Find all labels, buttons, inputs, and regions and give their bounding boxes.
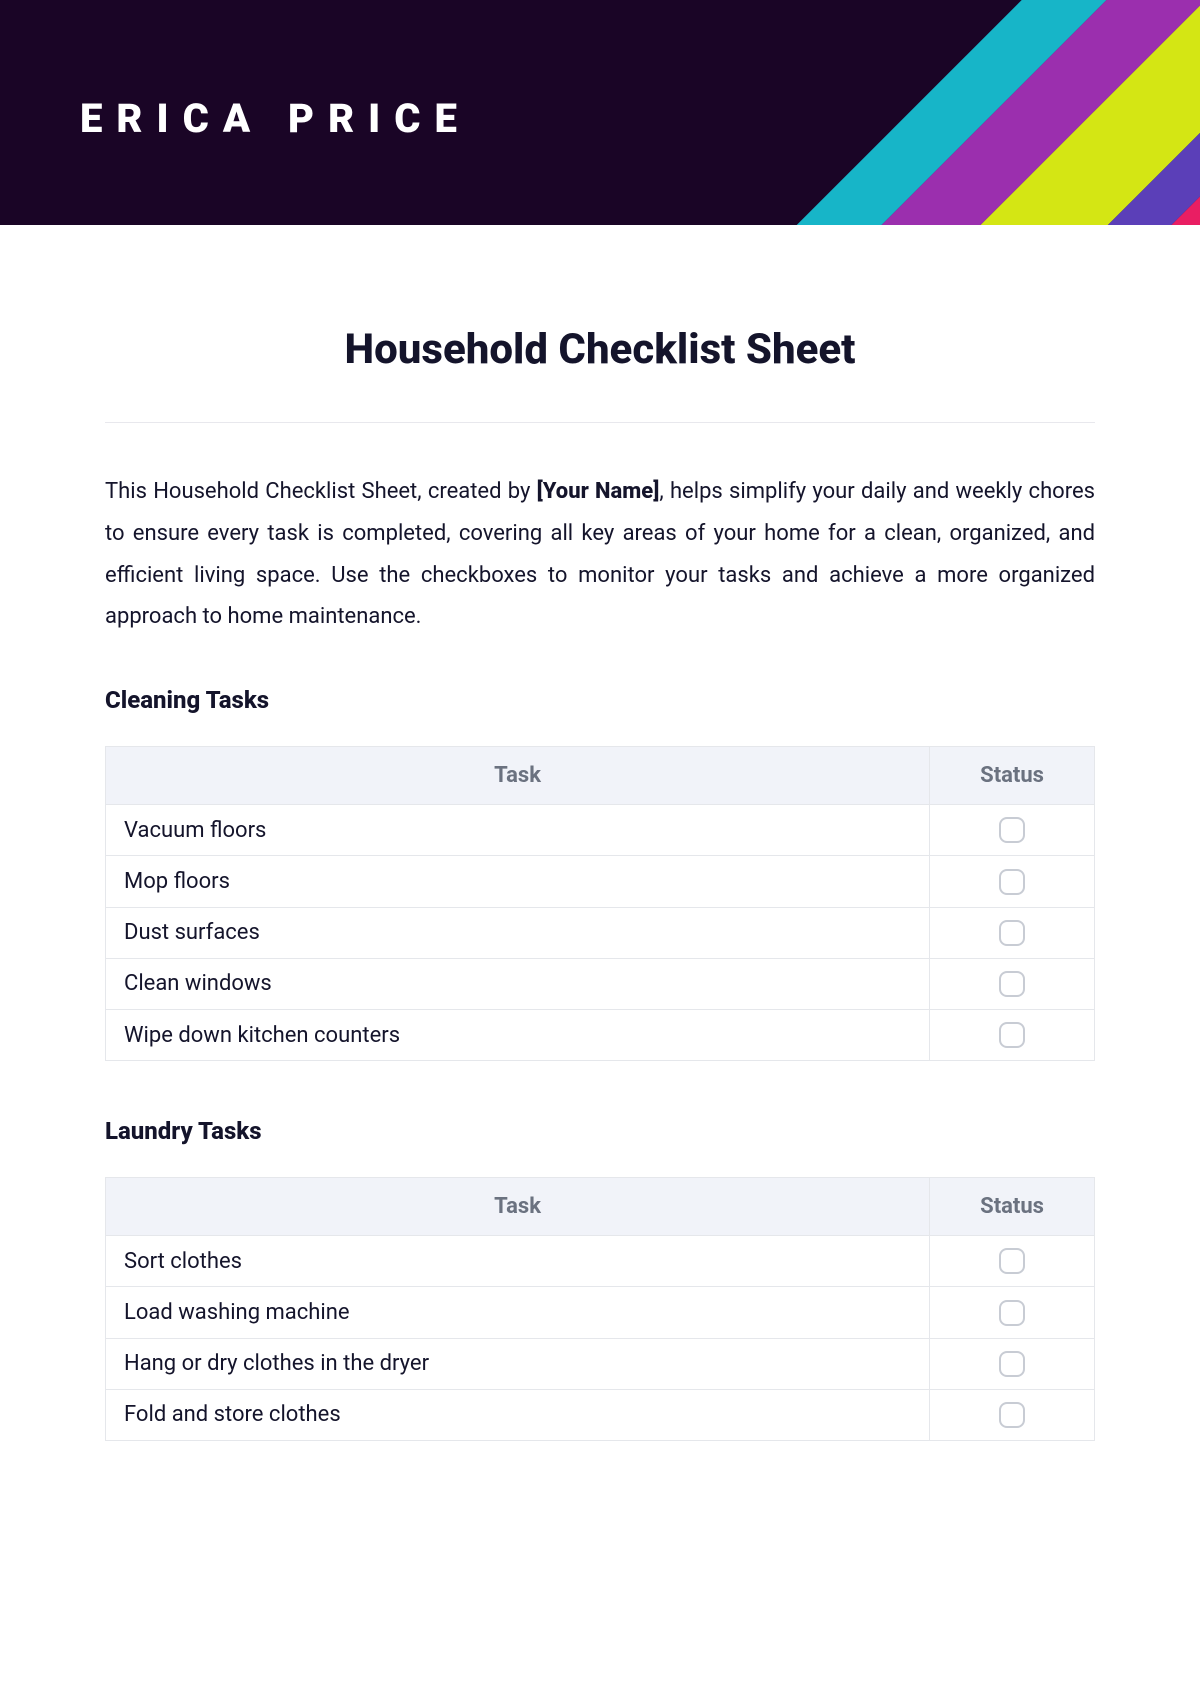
status-cell [930, 907, 1095, 958]
checkbox[interactable] [999, 1402, 1025, 1428]
column-header-task: Task [106, 747, 930, 805]
table-row: Dust surfaces [106, 907, 1095, 958]
task-label: Hang or dry clothes in the dryer [106, 1338, 930, 1389]
task-label: Wipe down kitchen counters [106, 1009, 930, 1060]
status-cell [930, 1287, 1095, 1338]
checkbox[interactable] [999, 817, 1025, 843]
status-cell [930, 1338, 1095, 1389]
status-cell [930, 1009, 1095, 1060]
column-header-status: Status [930, 1178, 1095, 1236]
task-label: Dust surfaces [106, 907, 930, 958]
table-header-row: Task Status [106, 747, 1095, 805]
intro-prefix: This Household Checklist Sheet, created … [105, 479, 537, 504]
status-cell [930, 805, 1095, 856]
checkbox[interactable] [999, 971, 1025, 997]
task-label: Fold and store clothes [106, 1389, 930, 1440]
task-label: Clean windows [106, 958, 930, 1009]
intro-placeholder: [Your Name] [537, 479, 660, 504]
section-laundry: Laundry Tasks Task Status Sort clothes L… [105, 1117, 1095, 1441]
status-cell [930, 1236, 1095, 1287]
table-row: Hang or dry clothes in the dryer [106, 1338, 1095, 1389]
intro-paragraph: This Household Checklist Sheet, created … [105, 471, 1095, 638]
task-label: Mop floors [106, 856, 930, 907]
table-row: Load washing machine [106, 1287, 1095, 1338]
section-cleaning: Cleaning Tasks Task Status Vacuum floors… [105, 686, 1095, 1061]
cleaning-table: Task Status Vacuum floors Mop floors Dus… [105, 746, 1095, 1061]
task-label: Vacuum floors [106, 805, 930, 856]
section-heading: Laundry Tasks [105, 1117, 1095, 1145]
status-cell [930, 1389, 1095, 1440]
table-row: Sort clothes [106, 1236, 1095, 1287]
table-row: Fold and store clothes [106, 1389, 1095, 1440]
table-row: Mop floors [106, 856, 1095, 907]
table-row: Vacuum floors [106, 805, 1095, 856]
checkbox[interactable] [999, 1022, 1025, 1048]
checkbox[interactable] [999, 1248, 1025, 1274]
page-title: Household Checklist Sheet [105, 325, 1095, 374]
table-row: Wipe down kitchen counters [106, 1009, 1095, 1060]
document-body: Household Checklist Sheet This Household… [0, 225, 1200, 1441]
status-cell [930, 958, 1095, 1009]
title-divider [105, 422, 1095, 423]
checkbox[interactable] [999, 869, 1025, 895]
task-label: Sort clothes [106, 1236, 930, 1287]
checkbox[interactable] [999, 1300, 1025, 1326]
task-label: Load washing machine [106, 1287, 930, 1338]
checkbox[interactable] [999, 920, 1025, 946]
table-row: Clean windows [106, 958, 1095, 1009]
laundry-table: Task Status Sort clothes Load washing ma… [105, 1177, 1095, 1441]
document-header: ERICA PRICE [0, 0, 1200, 225]
author-name: ERICA PRICE [80, 95, 471, 142]
section-heading: Cleaning Tasks [105, 686, 1095, 714]
column-header-task: Task [106, 1178, 930, 1236]
column-header-status: Status [930, 747, 1095, 805]
checkbox[interactable] [999, 1351, 1025, 1377]
status-cell [930, 856, 1095, 907]
table-header-row: Task Status [106, 1178, 1095, 1236]
